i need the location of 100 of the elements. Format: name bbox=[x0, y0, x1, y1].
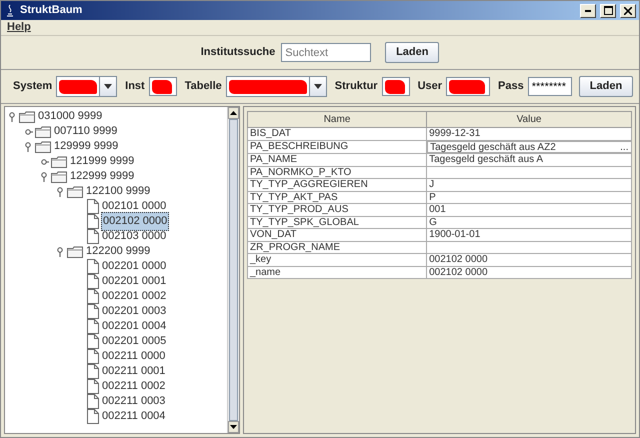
table-cell: _name bbox=[248, 266, 427, 278]
close-button[interactable] bbox=[620, 4, 636, 18]
expanded-handle-icon[interactable] bbox=[25, 142, 33, 152]
field-label: Tabelle bbox=[184, 79, 222, 94]
tree-item[interactable]: 002102 0000 bbox=[101, 212, 170, 231]
scrollbar[interactable] bbox=[227, 107, 239, 433]
table-cell: VON_DAT bbox=[248, 228, 427, 241]
down-arrow-icon[interactable] bbox=[230, 425, 237, 429]
column-header[interactable]: Name bbox=[248, 112, 427, 128]
table-cell: J bbox=[426, 178, 632, 191]
table-cell: ZR_PROGR_NAME bbox=[248, 241, 427, 254]
file-icon bbox=[87, 304, 99, 319]
table-cell: TY_TYP_SPK_GLOBAL bbox=[248, 216, 427, 228]
table-cell: TY_TYP_PROD_AUS bbox=[248, 204, 427, 216]
table-cell: BIS_DAT bbox=[248, 128, 427, 140]
table-cell: 002102 0000 bbox=[426, 254, 632, 266]
tree-item[interactable]: 002201 0001 bbox=[101, 273, 168, 290]
tree-item[interactable]: 121999 9999 bbox=[69, 153, 136, 170]
load-button[interactable]: Laden bbox=[385, 42, 440, 63]
tree-item[interactable]: 122200 9999 bbox=[85, 243, 152, 260]
maximize-button[interactable] bbox=[600, 4, 616, 18]
dropdown[interactable] bbox=[56, 76, 118, 97]
table-cell: 002102 0000 bbox=[426, 266, 632, 278]
load-button[interactable]: Laden bbox=[579, 76, 633, 97]
app-icon bbox=[4, 4, 16, 18]
password-field[interactable]: ******** bbox=[528, 77, 572, 96]
field-label: User bbox=[418, 79, 442, 94]
tree-item[interactable]: 002201 0003 bbox=[101, 303, 168, 320]
table-cell: PA_BESCHREIBUNG bbox=[248, 140, 427, 154]
folder-icon bbox=[35, 126, 51, 138]
tree-item[interactable]: 002101 0000 bbox=[101, 198, 168, 215]
menu-item[interactable]: Help bbox=[7, 19, 31, 36]
text-field[interactable] bbox=[382, 77, 410, 96]
field-label: System bbox=[13, 79, 52, 94]
table-cell: G bbox=[426, 216, 632, 228]
field-label: Struktur bbox=[334, 79, 378, 94]
file-icon bbox=[87, 334, 99, 349]
tree-item[interactable]: 002201 0000 bbox=[101, 258, 168, 275]
minimize-icon bbox=[585, 10, 591, 12]
table-cell: _key bbox=[248, 254, 427, 266]
collapsed-handle-icon[interactable] bbox=[41, 158, 49, 164]
up-arrow-icon[interactable] bbox=[230, 111, 237, 115]
folder-icon bbox=[19, 110, 35, 122]
window-title: StruktBaum bbox=[20, 3, 84, 18]
tree-item[interactable]: 002211 0001 bbox=[101, 363, 166, 380]
column-header[interactable]: Value bbox=[426, 112, 632, 128]
search-field[interactable]: Suchtext bbox=[281, 43, 372, 62]
file-icon bbox=[87, 274, 99, 289]
table-cell: Tagesgeld geschäft aus AZ2 bbox=[430, 142, 556, 152]
file-icon bbox=[87, 229, 99, 244]
file-icon bbox=[87, 394, 99, 409]
folder-icon bbox=[67, 246, 83, 258]
table-cell: 9999-12-31 bbox=[426, 128, 632, 140]
expanded-handle-icon[interactable] bbox=[57, 246, 65, 256]
minimize-button[interactable] bbox=[580, 4, 596, 18]
table-cell: TY_TYP_AGGREGIEREN bbox=[248, 178, 427, 191]
expanded-handle-icon[interactable] bbox=[9, 112, 17, 122]
file-icon bbox=[87, 214, 99, 229]
file-icon bbox=[87, 364, 99, 379]
file-icon bbox=[87, 319, 99, 334]
tree-item[interactable]: 007110 9999 bbox=[53, 123, 118, 140]
table-cell: P bbox=[426, 191, 632, 204]
file-icon bbox=[87, 349, 99, 364]
tree-item[interactable]: 122100 9999 bbox=[85, 183, 152, 200]
field-label: Inst bbox=[125, 79, 145, 94]
table-cell: TY_TYP_AKT_PAS bbox=[248, 191, 427, 204]
maximize-icon bbox=[604, 6, 612, 15]
tree-item[interactable]: 002201 0005 bbox=[101, 333, 168, 350]
caret-icon bbox=[104, 84, 112, 89]
collapsed-handle-icon[interactable] bbox=[25, 128, 33, 134]
tree-item[interactable]: 031000 9999 bbox=[37, 108, 104, 125]
file-icon bbox=[87, 259, 99, 274]
tree-item[interactable]: 002211 0004 bbox=[101, 408, 166, 425]
tree-item[interactable]: 002211 0002 bbox=[101, 378, 166, 395]
folder-icon bbox=[51, 170, 67, 182]
file-icon bbox=[87, 199, 99, 214]
search-label: Institutssuche bbox=[200, 45, 276, 60]
tree-item[interactable]: 002211 0003 bbox=[101, 393, 166, 410]
field-label: Pass bbox=[498, 79, 524, 94]
table-cell: PA_NORMKO_P_KTO bbox=[248, 166, 427, 178]
table-cell: Tagesgeld geschäft aus A bbox=[426, 154, 632, 166]
expanded-handle-icon[interactable] bbox=[41, 172, 49, 182]
text-field[interactable] bbox=[148, 77, 177, 96]
file-icon bbox=[87, 379, 99, 394]
tree-item[interactable]: 002211 0000 bbox=[101, 348, 166, 365]
file-icon bbox=[87, 409, 99, 424]
tree-item[interactable]: 002201 0004 bbox=[101, 318, 168, 335]
table-cell: PA_NAME bbox=[248, 154, 427, 166]
folder-icon bbox=[51, 156, 67, 168]
expanded-handle-icon[interactable] bbox=[57, 186, 65, 196]
tree-item[interactable]: 122999 9999 bbox=[69, 168, 136, 185]
tree-item[interactable]: 129999 9999 bbox=[53, 138, 120, 155]
close-icon bbox=[624, 6, 632, 14]
tree-item[interactable]: 002103 0000 bbox=[101, 228, 168, 245]
text-field[interactable] bbox=[446, 77, 490, 96]
dropdown[interactable] bbox=[226, 76, 327, 97]
file-icon bbox=[87, 289, 99, 304]
caret-icon bbox=[314, 84, 322, 89]
tree-item[interactable]: 002201 0002 bbox=[101, 288, 168, 305]
table-cell: 1900-01-01 bbox=[426, 228, 632, 241]
